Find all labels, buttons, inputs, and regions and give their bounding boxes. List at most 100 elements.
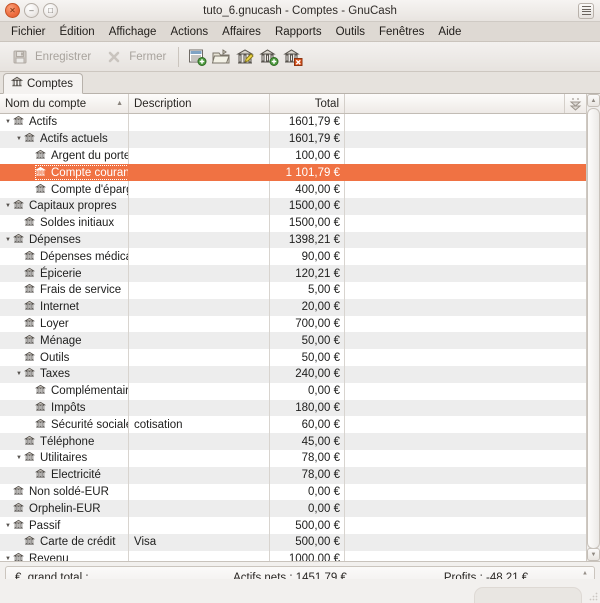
account-total-cell[interactable]: 45,00 € bbox=[270, 433, 345, 450]
account-total-cell[interactable]: 50,00 € bbox=[270, 349, 345, 366]
account-name-cell[interactable]: Épicerie bbox=[0, 265, 129, 282]
window-bottom-handle[interactable] bbox=[474, 587, 582, 603]
window-menu-icon[interactable] bbox=[578, 3, 594, 19]
account-name-cell[interactable]: Outils bbox=[0, 349, 129, 366]
new-file-icon[interactable] bbox=[186, 46, 208, 68]
account-description-cell[interactable] bbox=[129, 181, 270, 198]
account-description-cell[interactable] bbox=[129, 265, 270, 282]
menu-aide[interactable]: Aide bbox=[431, 24, 468, 40]
column-header-description[interactable]: Description bbox=[129, 94, 270, 113]
account-name-cell[interactable]: Loyer bbox=[0, 316, 129, 333]
account-name-cell[interactable]: Electricité bbox=[0, 467, 129, 484]
account-total-cell[interactable]: 240,00 € bbox=[270, 366, 345, 383]
account-name-cell[interactable]: ▼ Capitaux propres bbox=[0, 198, 129, 215]
table-row[interactable]: ▼ Capitaux propres 1500,00 € bbox=[0, 198, 586, 215]
expander-open-icon[interactable]: ▼ bbox=[14, 371, 24, 377]
table-row[interactable]: Loyer 700,00 € bbox=[0, 316, 586, 333]
account-description-cell[interactable] bbox=[129, 164, 270, 181]
account-total-cell[interactable]: 78,00 € bbox=[270, 450, 345, 467]
table-row[interactable]: Téléphone 45,00 € bbox=[0, 433, 586, 450]
new-account-icon[interactable] bbox=[258, 46, 280, 68]
expander-open-icon[interactable]: ▼ bbox=[14, 455, 24, 461]
table-row[interactable]: Carte de crédit Visa 500,00 € bbox=[0, 534, 586, 551]
account-total-cell[interactable]: 78,00 € bbox=[270, 467, 345, 484]
account-description-cell[interactable] bbox=[129, 299, 270, 316]
account-name-cell[interactable]: Compte courant bbox=[0, 164, 129, 181]
table-row[interactable]: Compte d'épargne 400,00 € bbox=[0, 181, 586, 198]
table-row[interactable]: ▼ Dépenses 1398,21 € bbox=[0, 232, 586, 249]
account-description-cell[interactable] bbox=[129, 148, 270, 165]
expander-open-icon[interactable]: ▼ bbox=[3, 523, 13, 529]
column-header-name[interactable]: Nom du compte ▲ bbox=[0, 94, 129, 113]
table-row[interactable]: Impôts 180,00 € bbox=[0, 400, 586, 417]
menu-fichier[interactable]: Fichier bbox=[4, 24, 53, 40]
account-description-cell[interactable] bbox=[129, 450, 270, 467]
table-row[interactable]: ▼ Utilitaires 78,00 € bbox=[0, 450, 586, 467]
table-row[interactable]: Complémentaire m 0,00 € bbox=[0, 383, 586, 400]
account-name-cell[interactable]: Sécurité sociale bbox=[0, 416, 129, 433]
account-description-cell[interactable] bbox=[129, 282, 270, 299]
menu-actions[interactable]: Actions bbox=[163, 24, 215, 40]
account-name-cell[interactable]: Téléphone bbox=[0, 433, 129, 450]
account-description-cell[interactable] bbox=[129, 114, 270, 131]
account-name-cell[interactable]: Impôts bbox=[0, 400, 129, 417]
menu-edition[interactable]: Édition bbox=[53, 24, 102, 40]
menu-affaires[interactable]: Affaires bbox=[215, 24, 268, 40]
tab-comptes[interactable]: Comptes bbox=[3, 73, 83, 94]
account-name-cell[interactable]: ▼ Dépenses bbox=[0, 232, 129, 249]
account-name-cell[interactable]: ▼ Passif bbox=[0, 517, 129, 534]
account-description-cell[interactable] bbox=[129, 500, 270, 517]
expander-open-icon[interactable]: ▼ bbox=[3, 119, 13, 125]
account-description-cell[interactable] bbox=[129, 349, 270, 366]
scrollbar-track[interactable] bbox=[587, 107, 600, 548]
account-total-cell[interactable]: 1500,00 € bbox=[270, 215, 345, 232]
account-name-cell[interactable]: ▼ Actifs bbox=[0, 114, 129, 131]
account-total-cell[interactable]: 50,00 € bbox=[270, 332, 345, 349]
account-description-cell[interactable] bbox=[129, 198, 270, 215]
table-row[interactable]: Electricité 78,00 € bbox=[0, 467, 586, 484]
account-description-cell[interactable] bbox=[129, 316, 270, 333]
table-row[interactable]: ▼ Passif 500,00 € bbox=[0, 517, 586, 534]
table-row[interactable]: Dépenses médicales 90,00 € bbox=[0, 248, 586, 265]
account-total-cell[interactable]: 0,00 € bbox=[270, 500, 345, 517]
close-window-button[interactable]: ✕ bbox=[5, 3, 20, 18]
account-description-cell[interactable]: Visa bbox=[129, 534, 270, 551]
account-total-cell[interactable]: 1 101,79 € bbox=[270, 164, 345, 181]
table-row[interactable]: Non soldé-EUR 0,00 € bbox=[0, 484, 586, 501]
account-description-cell[interactable] bbox=[129, 433, 270, 450]
table-row[interactable]: Internet 20,00 € bbox=[0, 299, 586, 316]
column-header-total[interactable]: Total bbox=[270, 94, 345, 113]
account-total-cell[interactable]: 500,00 € bbox=[270, 517, 345, 534]
column-chooser-icon[interactable] bbox=[564, 94, 586, 113]
account-total-cell[interactable]: 1398,21 € bbox=[270, 232, 345, 249]
account-description-cell[interactable] bbox=[129, 215, 270, 232]
account-name-cell[interactable]: Ménage bbox=[0, 332, 129, 349]
expander-open-icon[interactable]: ▼ bbox=[3, 556, 13, 561]
account-name-cell[interactable]: Dépenses médicales bbox=[0, 248, 129, 265]
account-description-cell[interactable] bbox=[129, 131, 270, 148]
table-row[interactable]: ▼ Actifs actuels 1601,79 € bbox=[0, 131, 586, 148]
table-row[interactable]: Épicerie 120,21 € bbox=[0, 265, 586, 282]
table-row[interactable]: Orphelin-EUR 0,00 € bbox=[0, 500, 586, 517]
account-total-cell[interactable]: 5,00 € bbox=[270, 282, 345, 299]
scroll-up-button[interactable]: ▲ bbox=[587, 94, 600, 107]
account-description-cell[interactable] bbox=[129, 383, 270, 400]
menu-rapports[interactable]: Rapports bbox=[268, 24, 329, 40]
account-description-cell[interactable] bbox=[129, 400, 270, 417]
account-name-cell[interactable]: Orphelin-EUR bbox=[0, 500, 129, 517]
table-row[interactable]: Argent du porte-mo 100,00 € bbox=[0, 148, 586, 165]
account-total-cell[interactable]: 1601,79 € bbox=[270, 131, 345, 148]
table-row[interactable]: Frais de service 5,00 € bbox=[0, 282, 586, 299]
account-name-cell[interactable]: ▼ Actifs actuels bbox=[0, 131, 129, 148]
close-tab-button[interactable]: Fermer bbox=[98, 44, 171, 70]
expander-open-icon[interactable]: ▼ bbox=[3, 237, 13, 243]
table-row[interactable]: Ménage 50,00 € bbox=[0, 332, 586, 349]
table-row[interactable]: ▼ Taxes 240,00 € bbox=[0, 366, 586, 383]
account-description-cell[interactable] bbox=[129, 517, 270, 534]
table-row[interactable]: ▼ Actifs 1601,79 € bbox=[0, 114, 586, 131]
account-total-cell[interactable]: 180,00 € bbox=[270, 400, 345, 417]
account-description-cell[interactable] bbox=[129, 366, 270, 383]
expander-open-icon[interactable]: ▼ bbox=[3, 203, 13, 209]
scrollbar-thumb[interactable] bbox=[587, 108, 600, 549]
account-description-cell[interactable] bbox=[129, 248, 270, 265]
